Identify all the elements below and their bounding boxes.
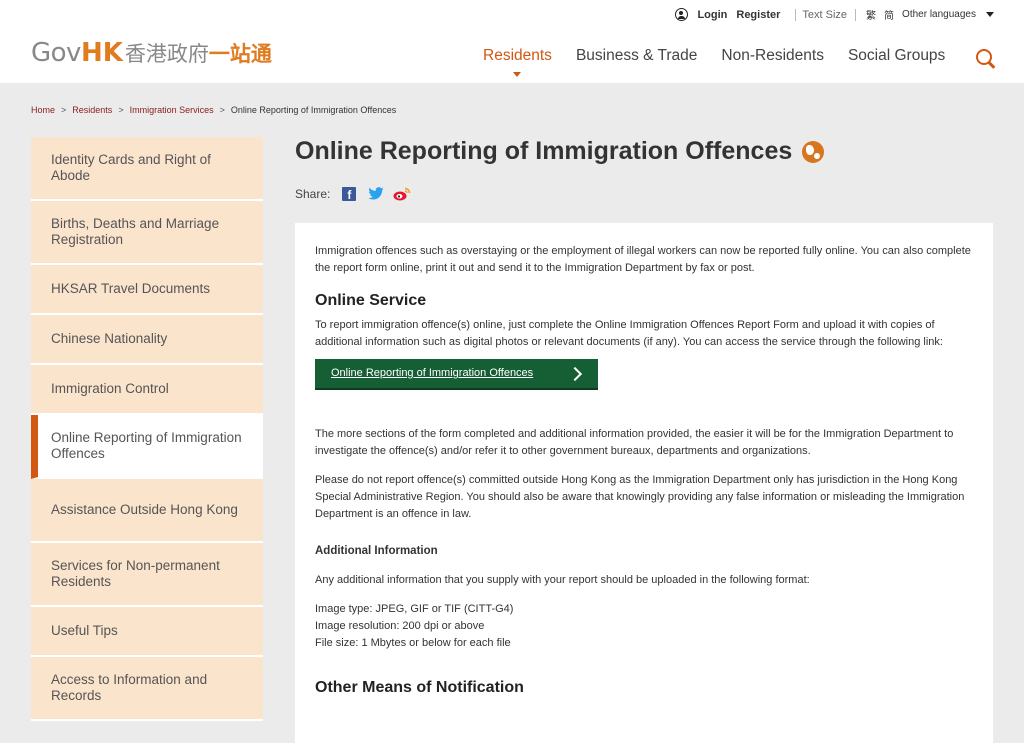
site-header: Login Register Text Size 繁 简 Other langu…: [0, 0, 1024, 83]
page-title: Online Reporting of Immigration Offences: [295, 137, 793, 165]
logo-chinese-text: 香港政府: [124, 43, 209, 66]
share-bar: Share: f: [295, 187, 411, 201]
sidebar-item-assistance-outside-hk[interactable]: Assistance Outside Hong Kong: [31, 479, 263, 543]
sidebar-item-births-deaths[interactable]: Births, Deaths and Marriage Registration: [31, 201, 263, 265]
sidebar-item-travel-documents[interactable]: HKSAR Travel Documents: [31, 265, 263, 315]
file-format-item: Image resolution: 200 dpi or above: [315, 620, 485, 632]
nav-business-trade[interactable]: Business & Trade: [576, 47, 697, 65]
text-size-control[interactable]: Text Size: [802, 9, 847, 21]
facebook-icon[interactable]: f: [342, 187, 357, 201]
breadcrumb-separator: >: [219, 105, 225, 115]
breadcrumb-residents[interactable]: Residents: [72, 105, 112, 115]
lang-simplified-link[interactable]: 简: [884, 7, 894, 22]
online-service-text: To report immigration offence(s) online,…: [315, 319, 943, 348]
breadcrumb-current: Online Reporting of Immigration Offences: [230, 105, 397, 115]
register-link[interactable]: Register: [736, 9, 780, 21]
chevron-right-icon: [567, 366, 583, 381]
search-icon[interactable]: [976, 49, 992, 65]
sidebar: Identity Cards and Right of Abode Births…: [31, 137, 263, 721]
sidebar-item-immigration-control[interactable]: Immigration Control: [31, 365, 263, 415]
sidebar-item-chinese-nationality[interactable]: Chinese Nationality: [31, 315, 263, 365]
form-completion-text: The more sections of the form completed …: [315, 428, 954, 457]
online-reporting-button-label: Online Reporting of Immigration Offences: [331, 367, 534, 379]
title-row: Online Reporting of Immigration Offences: [295, 137, 825, 166]
divider: [795, 8, 797, 21]
breadcrumb: Home > Residents > Immigration Services …: [31, 105, 396, 115]
online-reporting-button[interactable]: Online Reporting of Immigration Offences: [315, 359, 598, 390]
sidebar-item-access-to-information[interactable]: Access to Information and Records: [31, 657, 263, 721]
weibo-icon[interactable]: [393, 187, 411, 201]
breadcrumb-separator: >: [61, 105, 67, 115]
nav-residents[interactable]: Residents: [483, 47, 552, 77]
utility-bar: Login Register Text Size 繁 简 Other langu…: [675, 7, 994, 22]
file-format-item: Image type: JPEG, GIF or TIF (CITT-G4): [315, 603, 514, 615]
breadcrumb-home[interactable]: Home: [31, 105, 55, 115]
file-format-item: File size: 1 Mbytes or below for each fi…: [315, 637, 511, 649]
other-languages-dropdown[interactable]: Other languages: [902, 9, 976, 20]
logo-chinese-highlight: 一站通: [208, 43, 272, 66]
breadcrumb-immigration-services[interactable]: Immigration Services: [130, 105, 214, 115]
divider: [855, 8, 857, 21]
other-means-heading: Other Means of Notification: [315, 679, 524, 696]
nav-social-groups[interactable]: Social Groups: [848, 47, 945, 65]
breadcrumb-separator: >: [118, 105, 124, 115]
online-service-heading: Online Service: [315, 292, 427, 309]
share-label: Share:: [295, 187, 331, 201]
sidebar-item-identity-cards[interactable]: Identity Cards and Right of Abode: [31, 137, 263, 201]
nav-non-residents[interactable]: Non-Residents: [721, 47, 824, 65]
logo-hk-text: HK: [80, 38, 123, 68]
logo-gov-text: Gov: [31, 38, 81, 68]
sidebar-item-non-permanent-residents[interactable]: Services for Non-permanent Residents: [31, 543, 263, 607]
intro-text: Immigration offences such as overstaying…: [315, 245, 971, 274]
user-icon: [675, 8, 689, 21]
file-format-list: Image type: JPEG, GIF or TIF (CITT-G4) I…: [315, 601, 973, 652]
chevron-down-icon[interactable]: [986, 12, 994, 17]
twitter-icon[interactable]: [368, 187, 384, 201]
globe-icon: [802, 140, 825, 163]
main-content: Immigration offences such as overstaying…: [295, 223, 993, 743]
govhk-logo[interactable]: Gov HK 香港政府 一站通: [31, 38, 272, 68]
additional-information-text: Any additional information that you supp…: [315, 574, 810, 586]
jurisdiction-text: Please do not report offence(s) committe…: [315, 474, 965, 520]
sidebar-item-online-reporting[interactable]: Online Reporting of Immigration Offences: [31, 415, 263, 479]
sidebar-item-useful-tips[interactable]: Useful Tips: [31, 607, 263, 657]
login-link[interactable]: Login: [697, 9, 727, 21]
additional-information-heading: Additional Information: [315, 545, 438, 557]
main-nav: Residents Business & Trade Non-Residents…: [483, 47, 969, 77]
lang-traditional-link[interactable]: 繁: [866, 7, 876, 22]
